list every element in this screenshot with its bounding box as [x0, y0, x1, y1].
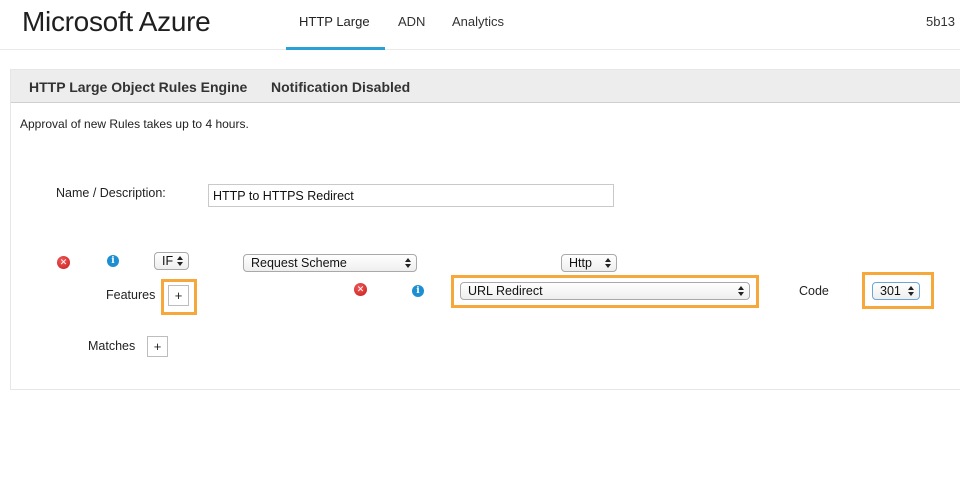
redirect-code-value: 301 — [880, 284, 901, 298]
add-feature-button[interactable]: + — [168, 285, 189, 306]
match-type-select[interactable]: Request Scheme — [243, 254, 417, 272]
condition-select[interactable]: IF — [154, 252, 189, 270]
delete-condition-icon[interactable]: ✕ — [57, 256, 70, 269]
select-arrows-icon — [605, 256, 612, 270]
select-arrows-icon — [177, 254, 184, 268]
notification-status: Notification Disabled — [271, 79, 411, 95]
delete-feature-icon[interactable]: ✕ — [354, 283, 367, 296]
approval-note: Approval of new Rules takes up to 4 hour… — [20, 117, 249, 131]
scheme-value: Http — [569, 256, 592, 270]
matches-label: Matches — [88, 339, 136, 353]
feature-select-value: URL Redirect — [468, 284, 543, 298]
condition-select-value: IF — [162, 254, 174, 268]
panel-title: HTTP Large Object Rules Engine — [29, 79, 248, 95]
name-description-label: Name / Description: — [56, 186, 166, 200]
features-label: Features — [106, 288, 156, 302]
add-match-button[interactable]: + — [147, 336, 168, 357]
tab-analytics[interactable]: Analytics — [452, 14, 504, 29]
panel-header: HTTP Large Object Rules Engine Notificat… — [11, 70, 960, 103]
info-feature-icon[interactable]: i — [412, 285, 424, 297]
select-arrows-icon — [405, 256, 412, 270]
name-description-input[interactable] — [208, 184, 614, 207]
top-navigation-bar: Microsoft Azure HTTP Large ADN Analytics… — [0, 0, 960, 50]
brand-logo[interactable]: Microsoft Azure — [22, 6, 211, 38]
tab-http-large[interactable]: HTTP Large — [299, 14, 370, 29]
code-label: Code — [799, 284, 829, 298]
feature-select[interactable]: URL Redirect — [460, 282, 750, 300]
account-id[interactable]: 5b13 — [926, 14, 960, 29]
info-condition-icon[interactable]: i — [107, 255, 119, 267]
match-type-value: Request Scheme — [251, 256, 347, 270]
select-arrows-icon — [908, 284, 915, 298]
scheme-select[interactable]: Http — [561, 254, 617, 272]
tab-adn[interactable]: ADN — [398, 14, 425, 29]
active-tab-indicator — [286, 47, 385, 50]
select-arrows-icon — [738, 284, 745, 298]
redirect-code-select[interactable]: 301 — [872, 282, 920, 300]
